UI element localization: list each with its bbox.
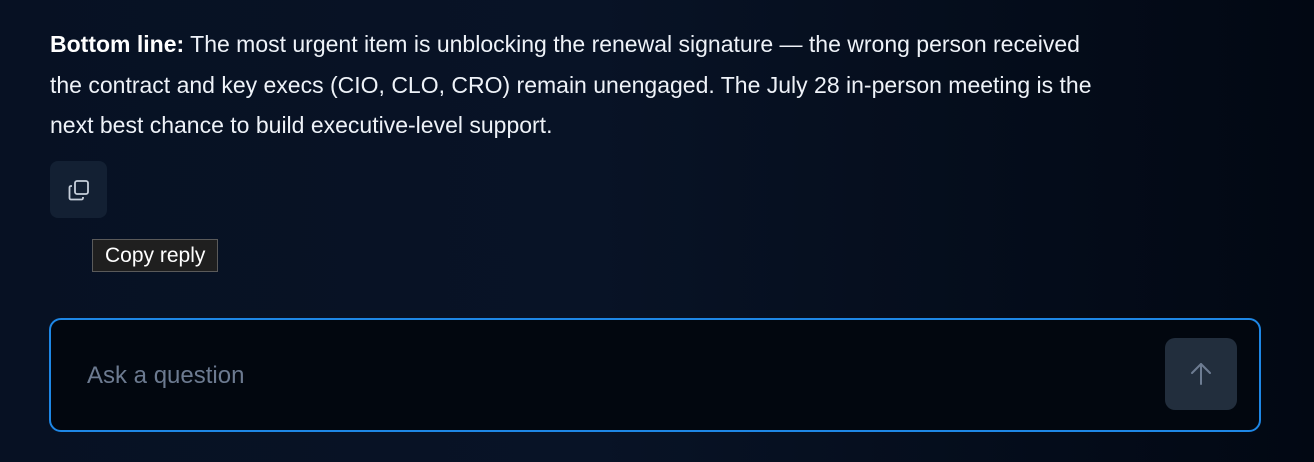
question-composer	[49, 318, 1261, 432]
reply-line-3: next best chance to build executive-leve…	[50, 112, 553, 138]
copy-reply-tooltip: Copy reply	[92, 239, 219, 272]
reply-label: Bottom line:	[50, 31, 185, 57]
copy-reply-button[interactable]	[50, 161, 107, 218]
assistant-reply: Bottom line: The most urgent item is unb…	[50, 24, 1270, 146]
send-button[interactable]	[1165, 338, 1237, 410]
arrow-up-icon	[1191, 363, 1211, 385]
copy-icon	[68, 179, 89, 200]
reply-line-1: The most urgent item is unblocking the r…	[190, 31, 1080, 57]
ask-question-input[interactable]	[87, 348, 1147, 404]
reply-line-2: the contract and key execs (CIO, CLO, CR…	[50, 71, 1092, 98]
